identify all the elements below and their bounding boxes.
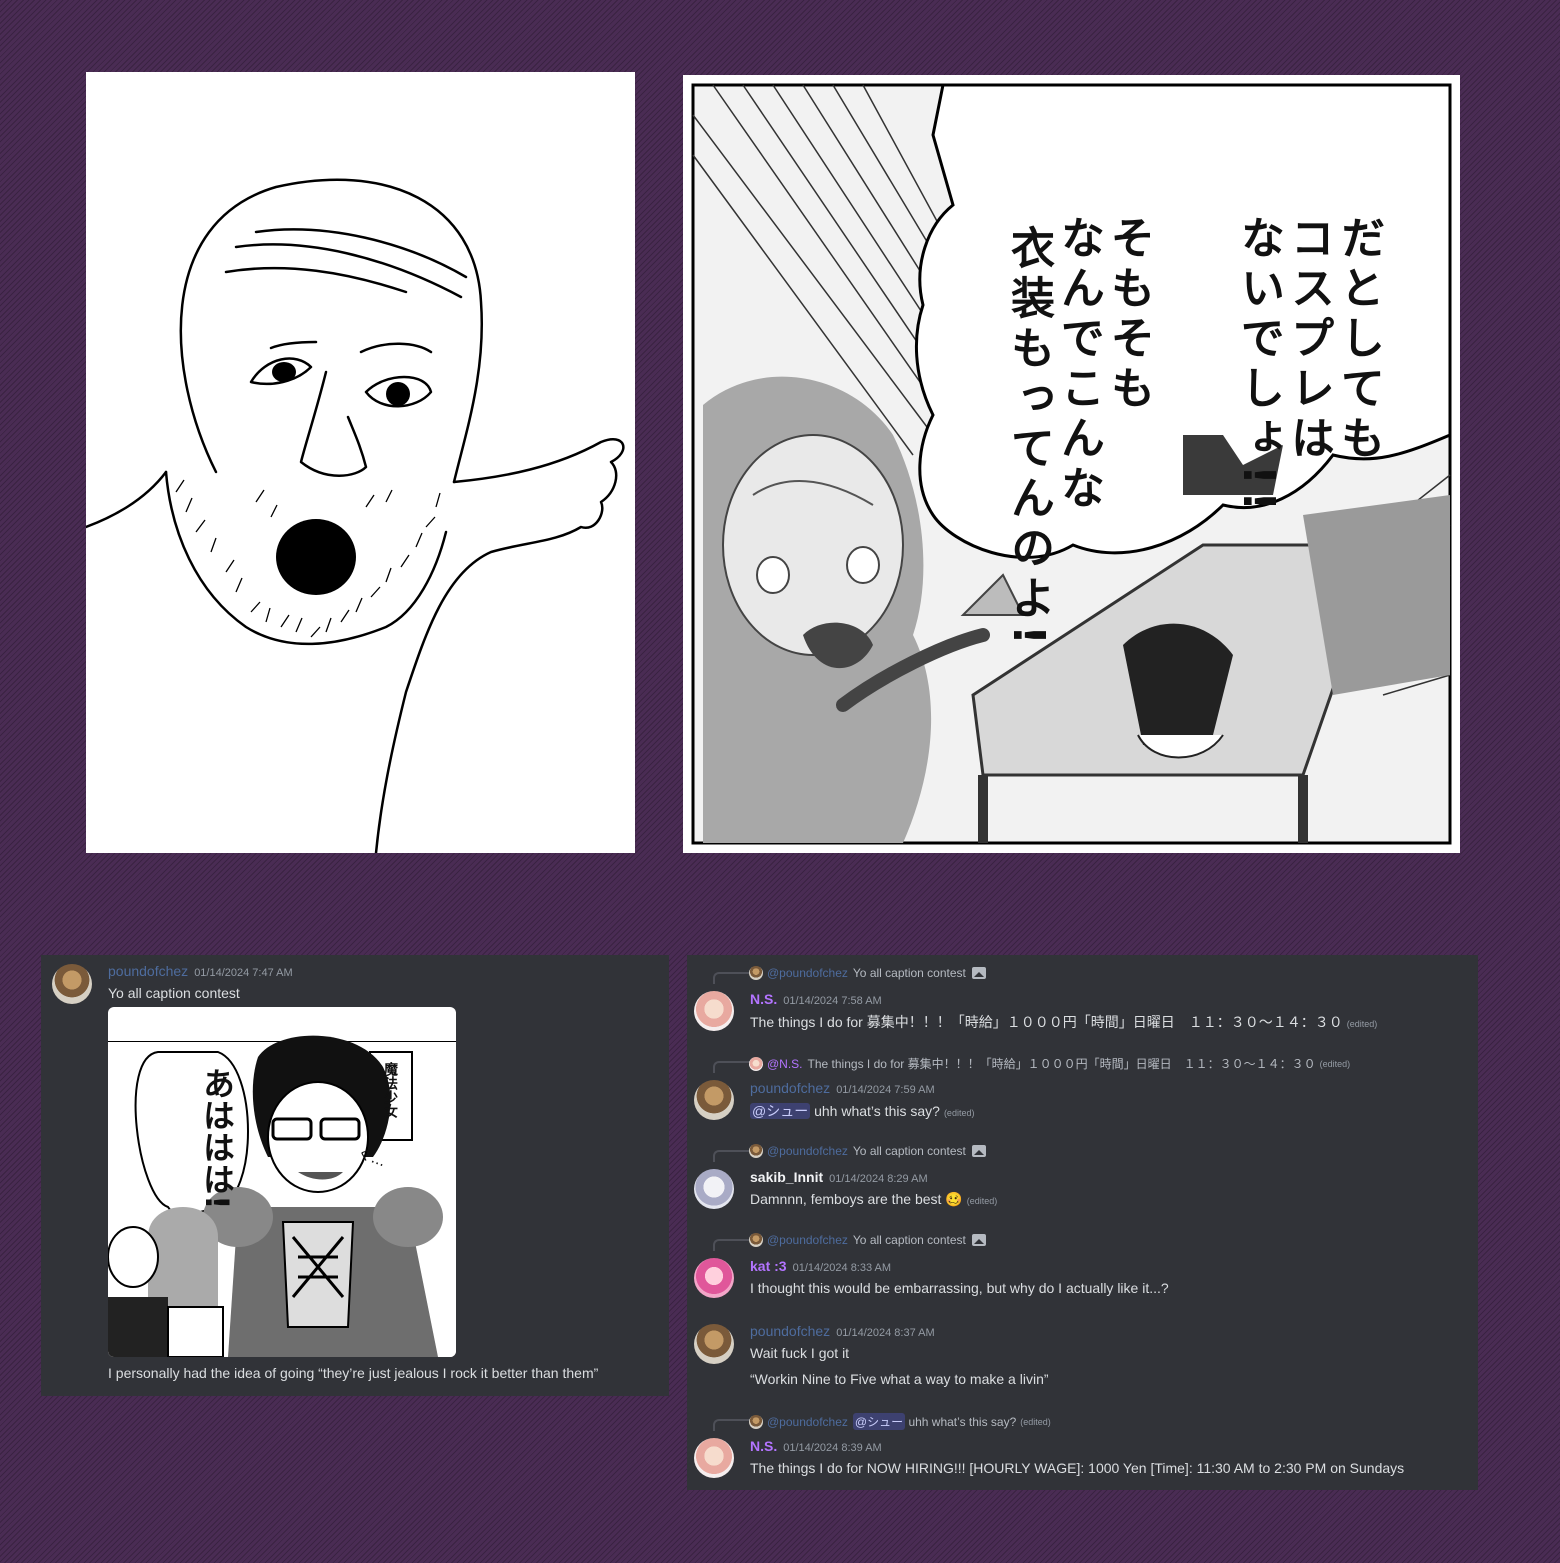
manga-dialogue-col-2: コスプレは — [1283, 215, 1334, 465]
avatar[interactable] — [694, 1324, 734, 1364]
message-header: poundofchez 01/14/2024 7:59 AM — [750, 1080, 935, 1098]
discord-message-left: poundofchez 01/14/2024 7:47 AM Yo all cap… — [41, 955, 669, 1396]
message-header: poundofchez 01/14/2024 8:37 AM — [750, 1323, 935, 1341]
wojak-drawing — [86, 178, 625, 853]
message-text: “Workin Nine to Five what a way to make … — [750, 1371, 1049, 1387]
message-text: I thought this would be embarrassing, bu… — [750, 1280, 1169, 1296]
wojak-pointing-image — [86, 72, 635, 853]
reply-username[interactable]: @poundofchez — [767, 1144, 848, 1158]
username[interactable]: N.S. — [750, 991, 777, 1007]
reply-preview[interactable]: @poundofchez Yo all caption contest — [749, 966, 986, 980]
woozy-face-emoji: 🥴 — [945, 1191, 963, 1207]
edited-label: (edited) — [966, 1196, 998, 1206]
message-body: uhh what’s this say? — [814, 1103, 940, 1119]
reply-connector — [713, 1061, 751, 1073]
edited-label: (edited) — [943, 1108, 975, 1118]
message-text: The things I do for NOW HIRING!!! [HOURL… — [750, 1460, 1405, 1476]
message-header: kat :3 01/14/2024 8:33 AM — [750, 1258, 891, 1276]
reply-preview[interactable]: @N.S. The things I do for 募集中！！！「時給」１０００… — [749, 1055, 1350, 1072]
message-text: Yo all caption contest — [108, 985, 240, 1001]
reply-text: uhh what’s this say? — [908, 1414, 1017, 1429]
username[interactable]: sakib_Innit — [750, 1169, 823, 1185]
mini-avatar — [749, 1233, 763, 1247]
reply-text: The things I do for 募集中！！！「時給」１０００円「時間」日… — [807, 1057, 1316, 1071]
mini-avatar — [749, 966, 763, 980]
attachment-laugh-text: あははは! — [198, 1067, 236, 1210]
reply-connector — [713, 1239, 751, 1251]
reply-text: Yo all caption contest — [852, 1233, 966, 1247]
timestamp: 01/14/2024 8:33 AM — [792, 1262, 892, 1274]
reply-preview[interactable]: @poundofchez Yo all caption contest — [749, 1233, 986, 1247]
attachment-art — [108, 1035, 456, 1357]
mini-avatar — [749, 1144, 763, 1158]
message-text: @シュー uhh what’s this say? (edited) — [750, 1101, 974, 1121]
manga-dialogue-col-6: 衣装もってんのよ! — [1003, 225, 1054, 652]
message-text: I personally had the idea of going “they… — [108, 1365, 599, 1381]
username[interactable]: poundofchez — [750, 1323, 830, 1339]
manga-dialogue-col-4: そもそも — [1103, 215, 1154, 415]
timestamp: 01/14/2024 7:47 AM — [194, 967, 293, 979]
timestamp: 01/14/2024 7:58 AM — [783, 995, 882, 1007]
avatar[interactable] — [694, 1438, 734, 1478]
avatar[interactable] — [694, 1080, 734, 1120]
attachment-box-text: 魔法少女 — [382, 1062, 398, 1118]
username[interactable]: kat :3 — [750, 1258, 787, 1274]
image-icon — [971, 1234, 986, 1246]
reply-text: Yo all caption contest — [852, 1144, 966, 1158]
image-icon — [971, 1145, 986, 1157]
timestamp: 01/14/2024 8:37 AM — [836, 1327, 935, 1339]
image-attachment[interactable]: あははは! 魔法少女 ぐ… — [108, 1007, 456, 1357]
manga-panel-image: だとしても コスプレは ないでしょ!! そもそも なんでこんな 衣装もってんのよ… — [683, 75, 1460, 853]
avatar[interactable] — [694, 1169, 734, 1209]
manga-dialogue-col-3: ないでしょ!! — [1233, 215, 1284, 518]
message-text: The things I do for 募集中！！！「時給」１０００円「時間」日… — [750, 1012, 1377, 1032]
edited-label: (edited) — [1020, 1416, 1051, 1427]
reply-connector — [713, 1419, 751, 1431]
avatar[interactable] — [52, 964, 92, 1004]
timestamp: 01/14/2024 8:39 AM — [783, 1442, 882, 1454]
timestamp: 01/14/2024 8:29 AM — [829, 1173, 928, 1185]
edited-label: (edited) — [1319, 1058, 1351, 1069]
mini-avatar — [749, 1056, 763, 1071]
message-text: Wait fuck I got it — [750, 1345, 850, 1361]
reply-text: Yo all caption contest — [852, 966, 966, 980]
reply-preview[interactable]: @poundofchez Yo all caption contest — [749, 1144, 986, 1158]
avatar[interactable] — [694, 991, 734, 1031]
reply-preview[interactable]: @poundofchez @シュー uhh what’s this say? (… — [749, 1413, 1051, 1430]
mini-avatar — [749, 1414, 763, 1429]
user-mention[interactable]: @シュー — [750, 1103, 811, 1119]
message-body: Damnnn, femboys are the best — [750, 1191, 942, 1207]
message-header: N.S. 01/14/2024 7:58 AM — [750, 991, 882, 1009]
reply-username[interactable]: @poundofchez — [767, 966, 848, 980]
manga-dialogue-col-1: だとしても — [1333, 215, 1384, 465]
reply-username[interactable]: @N.S. — [767, 1057, 803, 1071]
edited-label: (edited) — [1346, 1019, 1378, 1029]
message-text: Damnnn, femboys are the best 🥴 (edited) — [750, 1191, 997, 1208]
message-body: The things I do for 募集中！！！「時給」１０００円「時間」日… — [750, 1014, 1343, 1030]
image-icon — [971, 967, 986, 979]
manga-dialogue-col-5: なんでこんな — [1053, 215, 1104, 515]
message-header: N.S. 01/14/2024 8:39 AM — [750, 1438, 882, 1456]
reply-username[interactable]: @poundofchez — [767, 1415, 848, 1429]
timestamp: 01/14/2024 7:59 AM — [836, 1084, 935, 1096]
user-mention[interactable]: @シュー — [852, 1413, 906, 1430]
message-header: sakib_Innit 01/14/2024 8:29 AM — [750, 1169, 928, 1187]
discord-conversation-right: @poundofchez Yo all caption contest N.S.… — [687, 955, 1478, 1490]
username[interactable]: poundofchez — [750, 1080, 830, 1096]
reply-connector — [713, 1150, 751, 1162]
message-header: poundofchez 01/14/2024 7:47 AM — [108, 963, 293, 981]
reply-username[interactable]: @poundofchez — [767, 1233, 848, 1247]
reply-connector — [713, 972, 751, 984]
username[interactable]: poundofchez — [108, 963, 188, 979]
avatar[interactable] — [694, 1258, 734, 1298]
username[interactable]: N.S. — [750, 1438, 777, 1454]
